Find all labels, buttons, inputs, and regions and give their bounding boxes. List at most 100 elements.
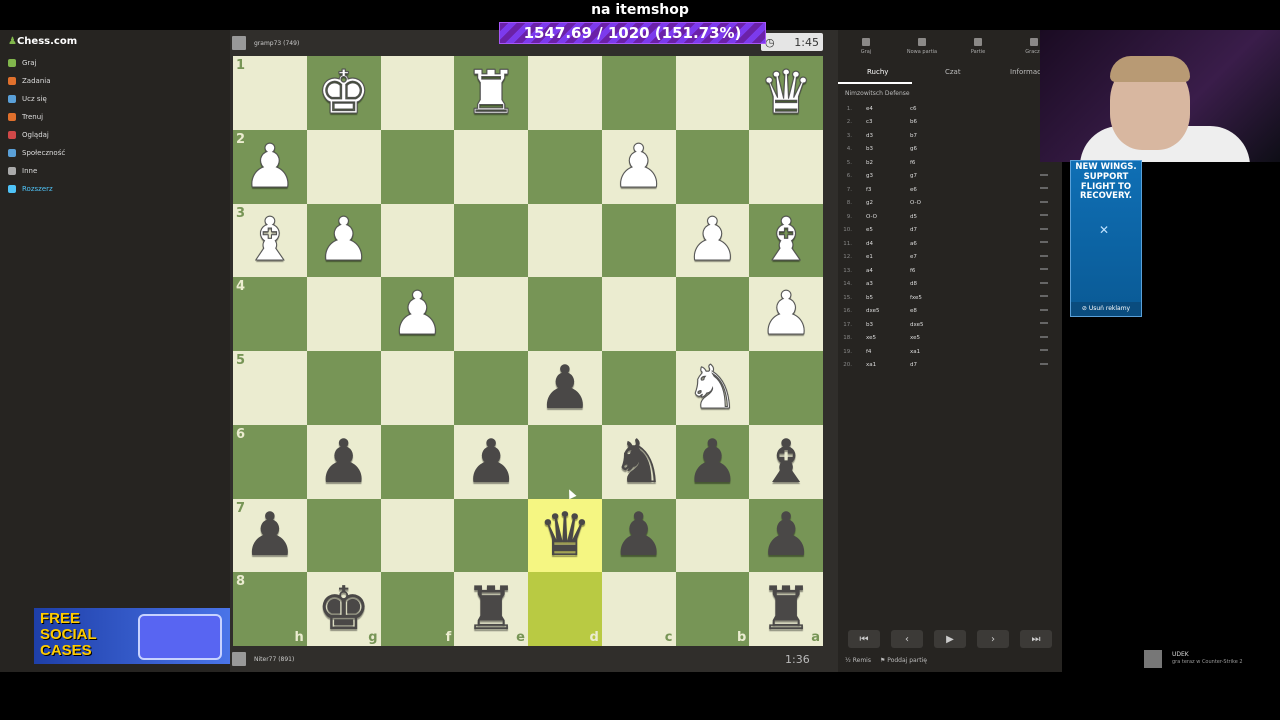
board-square[interactable]: ♟ [675, 424, 750, 499]
sidebar-item[interactable]: Oglądaj [8, 128, 49, 142]
white-pawn-piece[interactable]: ♟ [242, 136, 297, 197]
white-move[interactable]: e5 [866, 227, 910, 233]
board-square[interactable]: 1 [233, 56, 307, 130]
board-square[interactable]: ♟ [528, 351, 602, 425]
white-queen-piece[interactable]: ♛ [759, 62, 814, 123]
white-move[interactable]: b2 [866, 160, 910, 166]
white-move[interactable]: f4 [866, 349, 910, 355]
white-move[interactable]: c3 [866, 119, 910, 125]
board-square[interactable] [306, 129, 381, 204]
board-square[interactable]: 5 [233, 351, 307, 425]
black-king-piece[interactable]: ♚ [317, 579, 371, 639]
black-pawn-piece[interactable]: ♟ [685, 432, 739, 492]
black-move[interactable]: d5 [910, 214, 1030, 220]
board-square[interactable]: ♟ [306, 203, 381, 278]
avatar[interactable] [232, 652, 246, 666]
board-square[interactable] [454, 203, 528, 278]
black-move[interactable]: f6 [910, 268, 1030, 274]
black-rook-piece[interactable]: ♜ [464, 579, 518, 639]
white-pawn-piece[interactable]: ♟ [390, 284, 445, 345]
board-square[interactable]: ♟ [454, 424, 528, 499]
white-bishop-piece[interactable]: ♝ [759, 210, 814, 271]
board-square[interactable]: ♝ [749, 203, 823, 278]
black-move[interactable]: d8 [910, 281, 1030, 287]
black-move[interactable]: g7 [910, 173, 1030, 179]
board-square[interactable] [601, 56, 676, 130]
board-square[interactable]: 4 [233, 277, 307, 351]
opening-name[interactable]: Nimzowitsch Defense [845, 90, 910, 97]
sidebar-item[interactable]: Trenuj [8, 110, 43, 124]
black-move[interactable]: dxe5 [910, 322, 1030, 328]
previous-move-button[interactable]: ‹ [891, 630, 923, 648]
top-player-name[interactable]: gramp73 (749) [254, 40, 299, 47]
board-square[interactable] [306, 351, 381, 425]
white-pawn-piece[interactable]: ♟ [759, 284, 814, 345]
board-square[interactable]: 2 ♟ [233, 129, 307, 204]
board-square[interactable]: ♟ [675, 203, 750, 278]
white-move[interactable]: d3 [866, 133, 910, 139]
white-king-piece[interactable]: ♚ [316, 62, 371, 123]
black-move[interactable]: xe5 [910, 335, 1030, 341]
board-square[interactable]: ♟ [749, 277, 823, 351]
avatar[interactable] [232, 36, 246, 50]
board-square[interactable] [380, 351, 455, 425]
white-move[interactable]: a4 [866, 268, 910, 274]
resign-button[interactable]: ⚑ Poddaj partię [880, 657, 927, 664]
black-pawn-piece[interactable]: ♟ [759, 505, 813, 565]
white-move[interactable]: dxe5 [866, 308, 910, 314]
white-move[interactable]: b5 [866, 295, 910, 301]
black-move[interactable]: fxe5 [910, 295, 1030, 301]
white-move[interactable]: xe5 [866, 335, 910, 341]
white-move[interactable]: g3 [866, 173, 910, 179]
board-square[interactable] [380, 424, 455, 499]
first-move-button[interactable]: ⏮ [848, 630, 880, 648]
bottom-player-name[interactable]: Niter77 (891) [254, 656, 294, 663]
board-square[interactable] [528, 277, 602, 351]
board-square[interactable] [306, 277, 381, 351]
sidebar-item[interactable]: Ucz się [8, 92, 47, 106]
board-square[interactable]: b [675, 572, 750, 646]
white-move[interactable]: e4 [866, 106, 910, 112]
white-move[interactable]: e1 [866, 254, 910, 260]
tab-play[interactable]: Graj [838, 38, 894, 55]
board-square[interactable] [528, 203, 602, 278]
black-rook-piece[interactable]: ♜ [759, 579, 813, 639]
board-square[interactable]: ♟ [306, 424, 381, 499]
black-queen-piece[interactable]: ♛ [538, 505, 592, 565]
board-square[interactable] [306, 498, 381, 573]
board-square[interactable] [380, 56, 455, 130]
board-square[interactable]: ♛ [749, 56, 823, 130]
board-square[interactable] [601, 277, 676, 351]
board-square[interactable]: e ♜ [454, 572, 528, 646]
white-knight-piece[interactable]: ♞ [685, 357, 740, 418]
white-move[interactable]: b3 [866, 322, 910, 328]
next-move-button[interactable]: › [977, 630, 1009, 648]
board-square[interactable] [528, 56, 602, 130]
black-knight-piece[interactable]: ♞ [612, 432, 666, 492]
board-square[interactable] [675, 56, 750, 130]
board-square[interactable] [454, 129, 528, 204]
white-move[interactable]: d4 [866, 241, 910, 247]
board-square[interactable] [675, 277, 750, 351]
board-square[interactable]: ♟ [380, 277, 455, 351]
board-square[interactable] [749, 351, 823, 425]
board-square[interactable] [454, 277, 528, 351]
black-move[interactable]: c6 [910, 106, 1030, 112]
black-move[interactable]: e8 [910, 308, 1030, 314]
board-square[interactable] [675, 129, 750, 204]
sidebar-item[interactable]: Społeczność [8, 146, 65, 160]
black-bishop-piece[interactable]: ♝ [759, 432, 813, 492]
ad-banner[interactable]: NEW WINGS. SUPPORT FLIGHT TO RECOVERY. ✕… [1070, 160, 1142, 317]
white-pawn-piece[interactable]: ♟ [685, 210, 740, 271]
play-button[interactable]: ▶ [934, 630, 966, 648]
chess-logo[interactable]: ♟Chess.com [8, 36, 77, 47]
black-move[interactable]: g6 [910, 146, 1030, 152]
board-square[interactable]: 7 ♟ [233, 498, 307, 573]
board-square[interactable]: ♝ [749, 424, 823, 499]
white-move[interactable]: a3 [866, 281, 910, 287]
board-square[interactable]: ♞ [601, 424, 676, 499]
sidebar-item[interactable]: Rozszerz [8, 182, 53, 196]
tab-new-game[interactable]: Nowa partia [894, 38, 950, 55]
last-move-button[interactable]: ⏭ [1020, 630, 1052, 648]
board-square[interactable] [454, 498, 528, 573]
